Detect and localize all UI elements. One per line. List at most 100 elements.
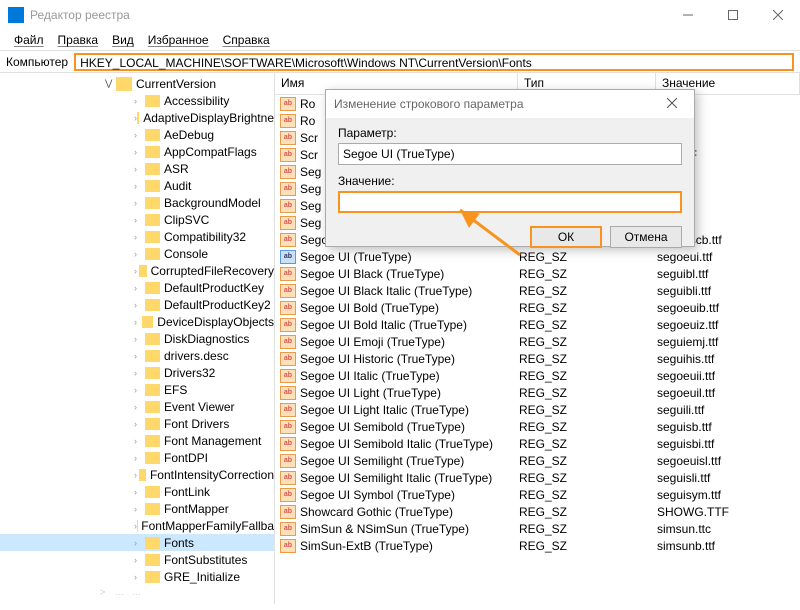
tree-item[interactable]: ›BackgroundModel (0, 194, 274, 211)
chevron-right-icon[interactable]: › (134, 96, 145, 106)
tree-item[interactable]: ›Drivers32 (0, 364, 274, 381)
chevron-right-icon[interactable]: › (134, 147, 145, 157)
chevron-right-icon[interactable]: › (134, 198, 145, 208)
tree-item-label: DeviceDisplayObjects (157, 315, 274, 329)
tree-item[interactable]: ›AppCompatFlags (0, 143, 274, 160)
tree-item[interactable]: ›FontMapperFamilyFallba (0, 517, 274, 534)
addressbar-path[interactable]: HKEY_LOCAL_MACHINE\SOFTWARE\Microsoft\Wi… (74, 53, 794, 71)
tree-item[interactable]: ›Fonts (0, 534, 274, 551)
table-row[interactable]: abSegoe UI Bold Italic (TrueType)REG_SZs… (275, 316, 800, 333)
tree-panel[interactable]: ⋁ CurrentVersion ›Accessibility›Adaptive… (0, 73, 275, 604)
menu-favorites[interactable]: Избранное (142, 32, 215, 48)
tree-item[interactable]: ›Font Management (0, 432, 274, 449)
table-row[interactable]: abSegoe UI Black Italic (TrueType)REG_SZ… (275, 282, 800, 299)
menu-edit[interactable]: Правка (52, 32, 105, 48)
chevron-right-icon[interactable]: › (134, 215, 145, 225)
chevron-right-icon[interactable]: › (134, 232, 145, 242)
ok-button[interactable]: ОК (530, 226, 602, 248)
tree-item[interactable]: ›FontSubstitutes (0, 551, 274, 568)
table-row[interactable]: abSegoe UI Light Italic (TrueType)REG_SZ… (275, 401, 800, 418)
tree-item[interactable]: ›AeDebug (0, 126, 274, 143)
tree-item[interactable]: ›Event Viewer (0, 398, 274, 415)
chevron-right-icon[interactable]: › (134, 487, 145, 497)
chevron-right-icon[interactable]: › (134, 385, 145, 395)
chevron-right-icon[interactable]: › (134, 351, 145, 361)
tree-item[interactable]: ›DefaultProductKey (0, 279, 274, 296)
table-row[interactable]: abShowcard Gothic (TrueType)REG_SZSHOWG.… (275, 503, 800, 520)
folder-icon (145, 418, 160, 430)
tree-item[interactable]: ›CorruptedFileRecovery (0, 262, 274, 279)
chevron-right-icon[interactable]: › (134, 283, 145, 293)
chevron-right-icon[interactable]: › (134, 538, 145, 548)
tree-item[interactable]: ›ClipSVC (0, 211, 274, 228)
chevron-right-icon[interactable]: › (134, 300, 145, 310)
folder-icon (137, 112, 139, 124)
table-row[interactable]: abSegoe UI Bold (TrueType)REG_SZsegoeuib… (275, 299, 800, 316)
dialog-close-button[interactable] (658, 97, 686, 111)
table-row[interactable]: abSegoe UI Historic (TrueType)REG_SZsegu… (275, 350, 800, 367)
chevron-right-icon[interactable]: › (134, 555, 145, 565)
tree-item[interactable]: ›DefaultProductKey2 (0, 296, 274, 313)
chevron-down-icon[interactable]: ⋁ (105, 78, 116, 89)
cancel-button[interactable]: Отмена (610, 226, 682, 248)
chevron-right-icon[interactable]: › (134, 572, 145, 582)
folder-icon (145, 537, 160, 549)
tree-item[interactable]: › Compatibility32 (0, 228, 274, 245)
tree-item[interactable]: ›AdaptiveDisplayBrightne (0, 109, 274, 126)
tree-item[interactable]: › DeviceDisplayObjects (0, 313, 274, 330)
table-row[interactable]: abSegoe UI Emoji (TrueType)REG_SZseguiem… (275, 333, 800, 350)
tree-item[interactable]: ›GRE_Initialize (0, 568, 274, 585)
cell-value: segoeuil.ttf (657, 386, 800, 400)
cell-name: Segoe UI Italic (TrueType) (300, 369, 519, 383)
tree-item-label: Compatibility32 (164, 230, 246, 244)
table-row[interactable]: abSegoe UI Semibold (TrueType)REG_SZsegu… (275, 418, 800, 435)
tree-item[interactable]: ›Accessibility (0, 92, 274, 109)
chevron-right-icon[interactable]: › (134, 317, 142, 327)
menu-help[interactable]: Справка (217, 32, 276, 48)
value-input[interactable] (338, 191, 682, 213)
table-row[interactable]: abSegoe UI Light (TrueType)REG_SZsegoeui… (275, 384, 800, 401)
dialog-titlebar[interactable]: Изменение строкового параметра (326, 90, 694, 118)
chevron-right-icon[interactable]: › (134, 436, 145, 446)
tree-parent[interactable]: ⋁ CurrentVersion (0, 75, 274, 92)
tree-item[interactable]: ›FontLink (0, 483, 274, 500)
chevron-right-icon[interactable]: › (134, 164, 145, 174)
param-input[interactable] (338, 143, 682, 165)
table-row[interactable]: abSegoe UI Semibold Italic (TrueType)REG… (275, 435, 800, 452)
chevron-right-icon[interactable]: › (134, 419, 145, 429)
table-row[interactable]: abSegoe UI Black (TrueType)REG_SZseguibl… (275, 265, 800, 282)
chevron-right-icon[interactable]: › (134, 368, 145, 378)
string-value-icon: ab (280, 318, 296, 332)
tree-item[interactable]: ›Audit (0, 177, 274, 194)
chevron-right-icon[interactable]: › (134, 181, 145, 191)
tree-item[interactable]: ›FontIntensityCorrection (0, 466, 274, 483)
tree-item[interactable]: ›EFS (0, 381, 274, 398)
tree-item[interactable]: ›DiskDiagnostics (0, 330, 274, 347)
chevron-right-icon[interactable]: › (134, 504, 145, 514)
cell-type: REG_SZ (519, 386, 657, 400)
cell-value: seguiemj.ttf (657, 335, 800, 349)
table-row[interactable]: abSegoe UI Semilight (TrueType)REG_SZseg… (275, 452, 800, 469)
table-row[interactable]: abSegoe UI Symbol (TrueType)REG_SZseguis… (275, 486, 800, 503)
tree-item[interactable]: ›FontDPI (0, 449, 274, 466)
chevron-right-icon[interactable]: › (134, 402, 145, 412)
close-button[interactable] (755, 0, 800, 30)
menu-view[interactable]: Вид (106, 32, 140, 48)
tree-item[interactable]: ›drivers.desc (0, 347, 274, 364)
chevron-right-icon[interactable]: › (134, 130, 145, 140)
menu-file[interactable]: Файл (8, 32, 50, 48)
chevron-right-icon[interactable]: › (134, 453, 145, 463)
chevron-right-icon[interactable]: › (134, 334, 145, 344)
tree-item[interactable]: ›FontMapper (0, 500, 274, 517)
table-row[interactable]: abSegoe UI Semilight Italic (TrueType)RE… (275, 469, 800, 486)
table-row[interactable]: abSimSun & NSimSun (TrueType)REG_SZsimsu… (275, 520, 800, 537)
chevron-right-icon[interactable]: › (134, 249, 145, 259)
table-row[interactable]: abSimSun-ExtB (TrueType)REG_SZsimsunb.tt… (275, 537, 800, 554)
tree-item[interactable]: ›Console (0, 245, 274, 262)
maximize-button[interactable] (710, 0, 755, 30)
minimize-button[interactable] (665, 0, 710, 30)
folder-icon (145, 180, 160, 192)
table-row[interactable]: abSegoe UI Italic (TrueType)REG_SZsegoeu… (275, 367, 800, 384)
tree-item[interactable]: ›Font Drivers (0, 415, 274, 432)
tree-item[interactable]: ›ASR (0, 160, 274, 177)
